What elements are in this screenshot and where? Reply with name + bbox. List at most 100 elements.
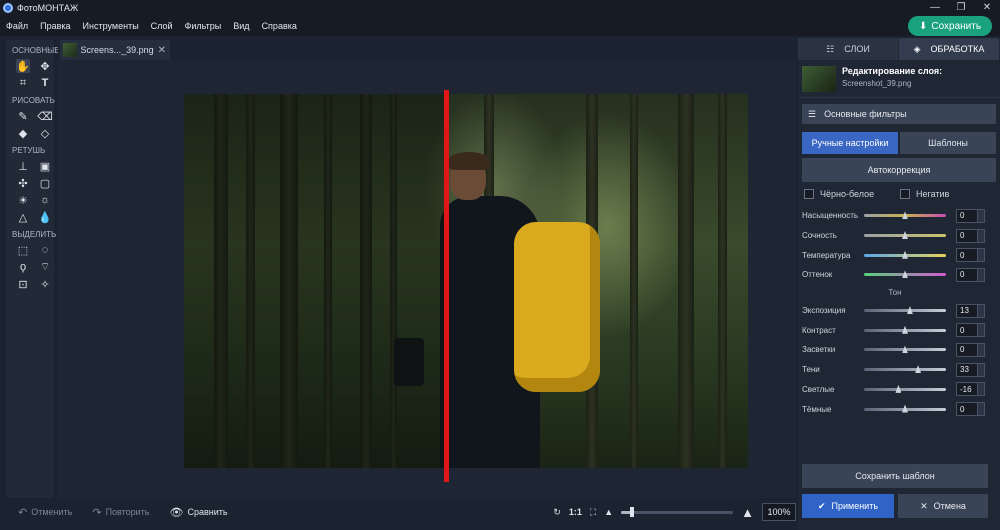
save-button[interactable]: ⬇ Сохранить: [908, 16, 992, 36]
slider-stepper[interactable]: [978, 248, 985, 263]
maximize-icon[interactable]: ❐: [948, 0, 974, 16]
slider-thumb[interactable]: [902, 250, 908, 259]
slider-track[interactable]: [864, 365, 946, 374]
rect-select-icon[interactable]: ⬚: [16, 243, 30, 257]
zoom-in-icon[interactable]: ▲: [741, 505, 754, 520]
slider-stepper[interactable]: [978, 208, 985, 223]
cancel-button[interactable]: ✕ Отмена: [898, 494, 988, 518]
ellipse-select-icon[interactable]: ◌: [38, 243, 52, 257]
slider-thumb[interactable]: [902, 270, 908, 279]
brush-icon[interactable]: ✎: [16, 109, 30, 123]
slider-value-field[interactable]: 33: [956, 362, 978, 377]
zoom-value[interactable]: 100%: [762, 503, 796, 521]
slider-track[interactable]: [864, 231, 946, 240]
slider-value-field[interactable]: -16: [956, 382, 978, 397]
undo-button[interactable]: ↶ Отменить: [18, 506, 72, 519]
menu-tools[interactable]: Инструменты: [83, 21, 139, 31]
slider-thumb[interactable]: [895, 384, 902, 393]
fill-icon[interactable]: ◆: [16, 126, 30, 140]
slider-track[interactable]: [864, 325, 946, 334]
text-icon[interactable]: T: [38, 76, 52, 90]
slider-thumb[interactable]: [902, 211, 908, 220]
zoom-slider[interactable]: [621, 506, 734, 517]
file-tab[interactable]: Screens..._39.png ✕: [60, 40, 170, 60]
tab-templates[interactable]: Шаблоны: [900, 132, 996, 154]
menu-filters[interactable]: Фильтры: [185, 21, 222, 31]
slider-track[interactable]: [864, 306, 946, 315]
slider-track[interactable]: [864, 270, 946, 279]
menu-file[interactable]: Файл: [6, 21, 28, 31]
magic-wand-icon[interactable]: ✧: [38, 277, 52, 291]
apply-button[interactable]: ✔ Применить: [802, 494, 894, 518]
zoom-slider-knob[interactable]: [630, 506, 635, 517]
canvas-area[interactable]: [58, 60, 796, 498]
poly-lasso-icon[interactable]: ⌔: [38, 260, 52, 274]
slider-value-field[interactable]: 0: [956, 402, 978, 417]
frame-icon[interactable]: ▢: [38, 176, 52, 190]
menu-layer[interactable]: Слой: [151, 21, 173, 31]
healing-icon[interactable]: ✣: [16, 176, 30, 190]
shapes-icon[interactable]: ◇: [38, 126, 52, 140]
crop-icon[interactable]: ⌗: [16, 76, 30, 90]
redo-button[interactable]: ↷ Повторить: [92, 506, 149, 519]
patch-icon[interactable]: ▣: [38, 159, 52, 173]
eraser-icon[interactable]: ⌫: [37, 109, 53, 123]
slider-stepper[interactable]: [978, 382, 985, 397]
fit-screen-icon[interactable]: ⛶: [590, 507, 596, 518]
magic-select-icon[interactable]: ⊡: [16, 277, 30, 291]
slider-thumb[interactable]: [906, 306, 913, 315]
slider-value-field[interactable]: 0: [956, 267, 978, 282]
lasso-icon[interactable]: ϙ: [16, 260, 30, 274]
slider-track[interactable]: [864, 404, 946, 413]
slider-value-field[interactable]: 13: [956, 303, 978, 318]
bw-checkbox-box[interactable]: [804, 189, 814, 199]
slider-stepper[interactable]: [978, 362, 985, 377]
move-icon[interactable]: ✥: [38, 59, 52, 73]
compare-button[interactable]: 👁 Сравнить: [170, 506, 228, 519]
slider-value-field[interactable]: 0: [956, 208, 978, 223]
menu-view[interactable]: Вид: [233, 21, 249, 31]
slider-track[interactable]: [864, 384, 946, 393]
tab-processing[interactable]: ◈ ОБРАБОТКА: [899, 38, 1000, 60]
slider-stepper[interactable]: [978, 402, 985, 417]
negative-checkbox-box[interactable]: [900, 189, 910, 199]
slider-value-field[interactable]: 0: [956, 228, 978, 243]
burn-icon[interactable]: ☼: [38, 193, 52, 207]
slider-track[interactable]: [864, 345, 946, 354]
slider-thumb[interactable]: [902, 345, 908, 354]
slider-stepper[interactable]: [978, 228, 985, 243]
minimize-icon[interactable]: —: [922, 0, 948, 16]
zoom-out-icon[interactable]: ▲: [604, 507, 613, 517]
slider-thumb[interactable]: [902, 231, 908, 240]
slider-thumb[interactable]: [902, 404, 908, 413]
slider-stepper[interactable]: [978, 303, 985, 318]
slider-stepper[interactable]: [978, 323, 985, 338]
slider-stepper[interactable]: [978, 267, 985, 282]
slider-thumb[interactable]: [915, 365, 922, 374]
slider-track[interactable]: [864, 250, 946, 259]
menu-edit[interactable]: Правка: [40, 21, 70, 31]
slider-thumb[interactable]: [902, 325, 908, 334]
slider-value-field[interactable]: 0: [956, 248, 978, 263]
actual-size-button[interactable]: 1:1: [569, 507, 582, 517]
autocorrect-button[interactable]: Автокоррекция: [802, 158, 996, 182]
photo-preview[interactable]: [184, 94, 748, 468]
slider-track[interactable]: [864, 211, 946, 220]
hand-icon[interactable]: ✋: [16, 59, 30, 73]
blur-icon[interactable]: 💧: [38, 210, 52, 224]
negative-checkbox[interactable]: Негатив: [900, 189, 996, 199]
slider-value-field[interactable]: 0: [956, 323, 978, 338]
menu-help[interactable]: Справка: [262, 21, 297, 31]
basic-filters-button[interactable]: ☰ Основные фильтры: [802, 104, 996, 124]
slider-stepper[interactable]: [978, 342, 985, 357]
bw-checkbox[interactable]: Чёрно-белое: [804, 189, 900, 199]
tab-manual-settings[interactable]: Ручные настройки: [802, 132, 898, 154]
sharpen-icon[interactable]: △: [16, 210, 30, 224]
close-tab-icon[interactable]: ✕: [158, 45, 166, 56]
tab-layers[interactable]: ☷ СЛОИ: [798, 38, 899, 60]
dodge-icon[interactable]: ☀: [16, 193, 30, 207]
rotate-icon[interactable]: ↻: [553, 507, 561, 518]
slider-value-field[interactable]: 0: [956, 342, 978, 357]
compare-split-line[interactable]: [444, 90, 449, 482]
close-icon[interactable]: ✕: [974, 0, 1000, 16]
